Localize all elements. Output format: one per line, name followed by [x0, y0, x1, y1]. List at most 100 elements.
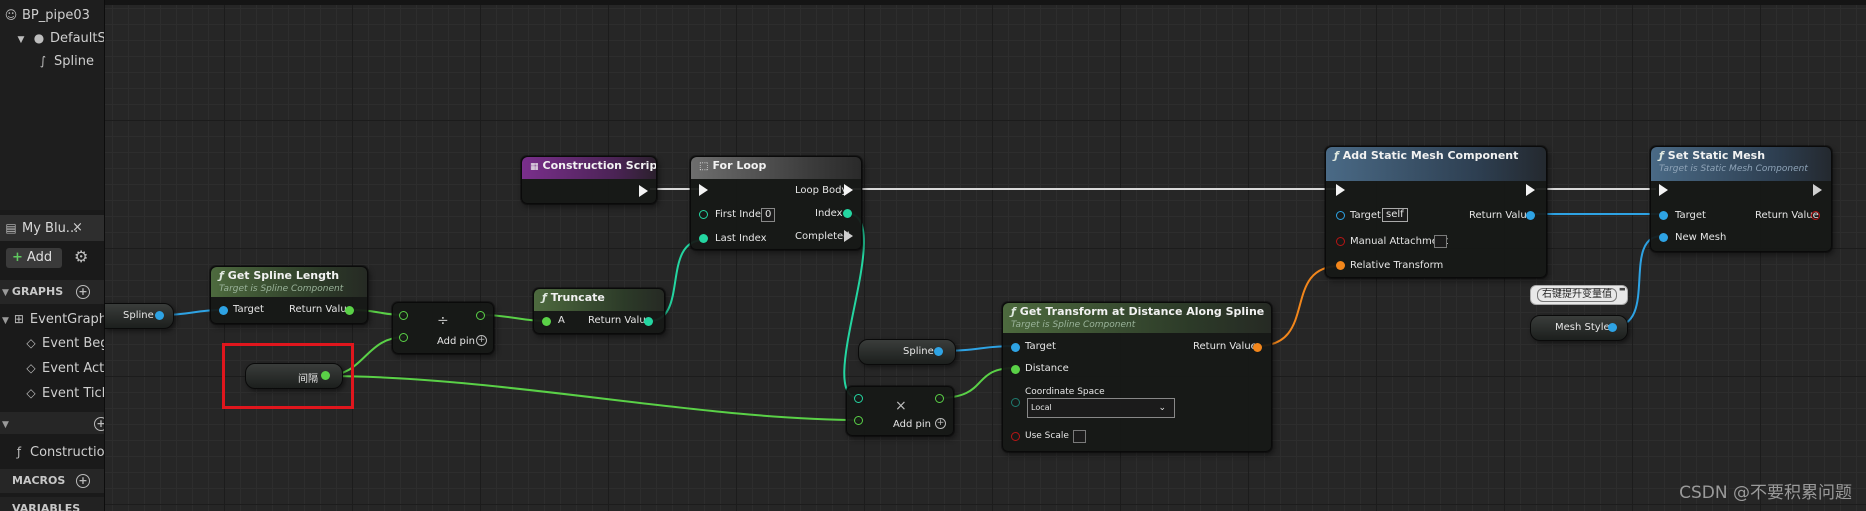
- collapse-arrow-icon: ▼: [17, 35, 25, 45]
- exec-output-pin[interactable]: [639, 185, 648, 197]
- exec-output-pin[interactable]: [1813, 184, 1822, 196]
- target-pin[interactable]: [1336, 211, 1345, 220]
- add-pin-icon[interactable]: +: [935, 418, 946, 429]
- target-pin[interactable]: [219, 306, 228, 315]
- highlight-box: [222, 343, 354, 409]
- target-pin[interactable]: [1659, 211, 1668, 220]
- close-tab-icon[interactable]: ×: [72, 215, 83, 241]
- spline-variable-node[interactable]: Spline: [104, 303, 174, 329]
- return-value-pin[interactable]: [644, 317, 653, 326]
- pin-label: New Mesh: [1675, 232, 1727, 243]
- add-macro-icon[interactable]: +: [76, 474, 90, 488]
- add-pin-label[interactable]: Add pin: [437, 336, 475, 347]
- exec-input-pin[interactable]: [1659, 184, 1668, 196]
- set-static-mesh-node[interactable]: ƒ Set Static Mesh Target is Static Mesh C…: [1650, 146, 1832, 252]
- pin-comment-icon[interactable]: ▬: [1619, 285, 1626, 293]
- mesh-style-output-pin[interactable]: [1608, 323, 1617, 332]
- pin-label: Return Value: [1755, 210, 1819, 221]
- graphs-label: GRAPHS: [11, 285, 64, 298]
- first-index-input[interactable]: 0: [761, 208, 776, 222]
- get-spline-length-node[interactable]: ƒ Get Spline Length Target is Spline Comp…: [210, 266, 368, 324]
- function-icon: ƒ: [1659, 149, 1664, 162]
- construction-script-node[interactable]: ▦ Construction Script: [521, 156, 657, 204]
- variables-label: VARIABLES: [12, 502, 81, 511]
- spline-variable-node-2[interactable]: Spline: [858, 339, 956, 365]
- spline-output-pin[interactable]: [934, 347, 943, 356]
- mesh-style-variable-node[interactable]: Mesh Style: [1530, 315, 1628, 341]
- event-icon: ◇: [26, 386, 36, 400]
- macros-section-header[interactable]: MACROS +: [0, 469, 104, 493]
- new-mesh-pin[interactable]: [1659, 233, 1668, 242]
- blueprint-icon: ☺: [4, 8, 18, 22]
- coordinate-space-pin[interactable]: [1011, 398, 1020, 407]
- divide-icon: ÷: [437, 313, 449, 329]
- book-icon: ▤: [5, 221, 17, 235]
- add-static-mesh-component-node[interactable]: ƒ Add Static Mesh Component Target self R…: [1325, 146, 1547, 278]
- add-function-icon[interactable]: +: [94, 417, 104, 431]
- graph-item-event-actor[interactable]: ◇ Event Act: [24, 357, 104, 379]
- index-pin[interactable]: [843, 209, 852, 218]
- coordinate-space-dropdown[interactable]: Local ⌄: [1027, 398, 1175, 418]
- target-pin[interactable]: [1011, 343, 1020, 352]
- component-item-default-scene-root[interactable]: ▼ ● DefaultS: [14, 27, 105, 49]
- node-header: ƒ Get Transform at Distance Along Spline …: [1003, 303, 1271, 333]
- use-scale-pin[interactable]: [1011, 432, 1020, 441]
- my-blueprint-tab[interactable]: ▤ My Blu... ×: [0, 215, 104, 241]
- exec-input-pin[interactable]: [699, 184, 708, 196]
- target-self-field[interactable]: self: [1382, 208, 1408, 222]
- last-index-pin[interactable]: [699, 234, 708, 243]
- add-pin-icon[interactable]: +: [476, 335, 487, 346]
- for-loop-node[interactable]: ⬚ For Loop First Index 0 Last Index Loop …: [690, 156, 862, 250]
- function-item-construction[interactable]: ƒ Constructio: [12, 441, 104, 463]
- loop-body-exec-pin[interactable]: [844, 184, 853, 196]
- node-header: ▦ Construction Script: [522, 157, 656, 179]
- component-label: DefaultS: [50, 31, 105, 46]
- blueprint-root-item[interactable]: ☺ BP_pipe03: [4, 4, 90, 26]
- variables-section-header[interactable]: VARIABLES: [0, 497, 104, 511]
- get-transform-at-distance-node[interactable]: ƒ Get Transform at Distance Along Spline …: [1002, 302, 1272, 452]
- divide-node[interactable]: ÷ Add pin +: [392, 302, 494, 354]
- add-pin-label[interactable]: Add pin: [893, 419, 931, 430]
- pin-label: Relative Transform: [1350, 260, 1444, 271]
- exec-input-pin[interactable]: [1336, 184, 1345, 196]
- event-icon: ◇: [26, 336, 36, 350]
- completed-exec-pin[interactable]: [844, 230, 853, 242]
- pin-label: Target: [233, 304, 264, 315]
- component-item-spline[interactable]: ∫ Spline: [36, 50, 94, 72]
- first-index-pin[interactable]: [699, 210, 708, 219]
- exec-output-pin[interactable]: [1526, 184, 1535, 196]
- graph-item-event-tick[interactable]: ◇ Event Ticl: [24, 382, 104, 404]
- add-graph-icon[interactable]: +: [76, 285, 90, 299]
- distance-pin[interactable]: [1011, 365, 1020, 374]
- input-a-pin[interactable]: [399, 311, 408, 320]
- manual-attachment-checkbox[interactable]: [1434, 235, 1447, 248]
- add-button[interactable]: + Add: [6, 248, 62, 268]
- output-pin[interactable]: [476, 311, 485, 320]
- graph-item-event-begin[interactable]: ◇ Event Beg: [24, 332, 104, 354]
- graph-item-label: EventGraph: [29, 312, 105, 327]
- manual-attachment-pin[interactable]: [1336, 237, 1345, 246]
- function-icon: ƒ: [16, 445, 22, 459]
- graph-item-eventgraph[interactable]: ▼ ⊞ EventGraph: [2, 308, 105, 330]
- blueprint-graph-canvas[interactable]: [104, 0, 1866, 511]
- input-b-pin[interactable]: [854, 416, 863, 425]
- watermark: CSDN @不要积累问题: [1679, 483, 1852, 503]
- relative-transform-pin[interactable]: [1336, 261, 1345, 270]
- graphs-section-header[interactable]: ▼ GRAPHS +: [0, 280, 104, 304]
- input-b-pin[interactable]: [399, 333, 408, 342]
- gear-icon[interactable]: ⚙: [74, 247, 88, 266]
- spline-output-pin[interactable]: [155, 311, 164, 320]
- a-input-pin[interactable]: [542, 317, 551, 326]
- truncate-node[interactable]: ƒ Truncate A Return Value: [533, 288, 665, 334]
- functions-section-header[interactable]: ▼ +: [0, 412, 104, 434]
- use-scale-checkbox[interactable]: [1073, 430, 1086, 443]
- return-value-pin[interactable]: [1526, 211, 1535, 220]
- return-value-pin[interactable]: [1253, 343, 1262, 352]
- output-pin[interactable]: [935, 394, 944, 403]
- return-value-pin[interactable]: [1811, 211, 1820, 220]
- input-a-pin[interactable]: [854, 394, 863, 403]
- collapse-arrow-icon: ▼: [2, 316, 9, 326]
- multiply-node[interactable]: × Add pin +: [846, 386, 954, 436]
- comment-bubble[interactable]: 右键提升变量值 ▬: [1530, 285, 1628, 305]
- return-value-pin[interactable]: [345, 306, 354, 315]
